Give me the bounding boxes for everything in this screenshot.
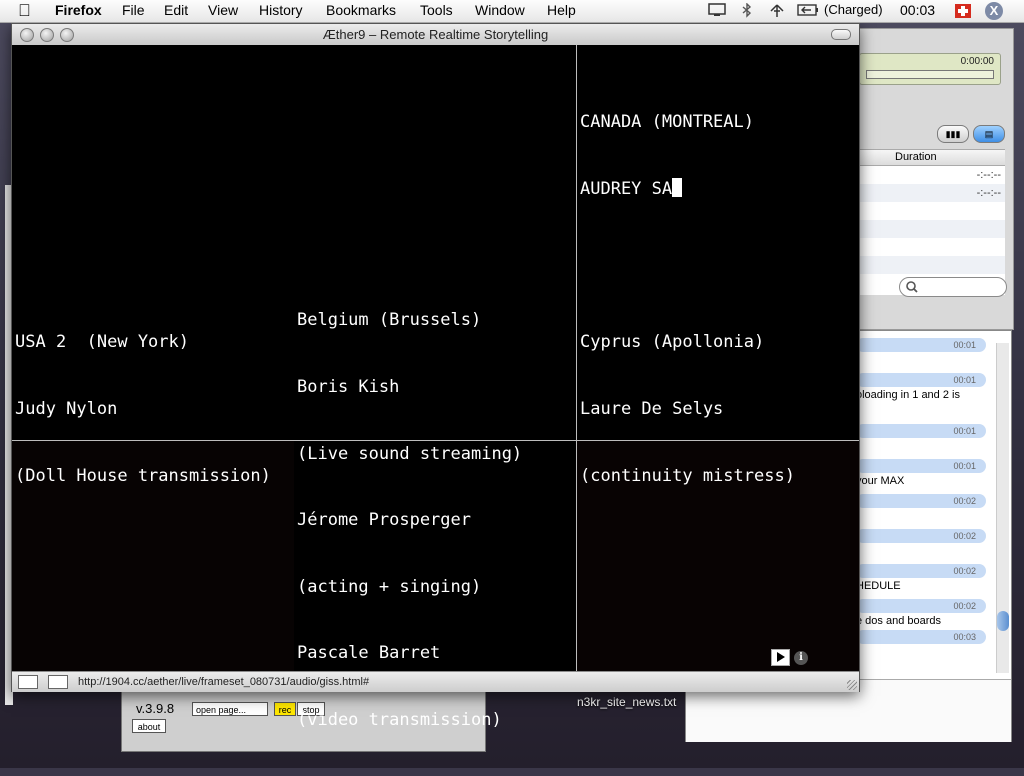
- menu-bar:  Firefox File Edit View History Bookmar…: [0, 0, 1024, 23]
- chat-message: e dos and boards: [856, 615, 942, 627]
- panel-line: Pascale Barret: [297, 643, 441, 664]
- chat-message: your MAX: [856, 475, 905, 487]
- storytelling-stage: CANADA (MONTREAL) AUDREY SA USA 2 (New Y…: [12, 45, 859, 730]
- panel-line: (continuity mistress): [580, 465, 795, 486]
- lcd-display: 0:00:00: [859, 53, 1001, 85]
- panel-line: (video transmission): [297, 710, 502, 731]
- resize-handle[interactable]: [847, 680, 857, 690]
- panel-top-right: CANADA (MONTREAL) AUDREY SA: [580, 67, 754, 245]
- version-label: v.3.9.8: [136, 701, 175, 716]
- menu-app-name[interactable]: Firefox: [55, 2, 102, 18]
- duration-column-header[interactable]: Duration: [859, 150, 1005, 166]
- panel-line: (acting + singing): [297, 576, 482, 597]
- menu-tools[interactable]: Tools: [420, 2, 453, 18]
- panel-line: CANADA (MONTREAL): [580, 112, 754, 133]
- search-input[interactable]: [899, 277, 1007, 297]
- chat-timestamp: 00:01: [856, 424, 986, 438]
- close-icon[interactable]: X: [985, 2, 1003, 20]
- desktop-file-label[interactable]: n3kr_site_news.txt: [577, 695, 676, 709]
- wifi-icon[interactable]: [768, 3, 784, 17]
- panel-line: Jérome Prosperger: [297, 510, 471, 531]
- display-icon[interactable]: [708, 3, 726, 17]
- list-item[interactable]: -:--:--: [859, 166, 1005, 184]
- menu-window[interactable]: Window: [475, 2, 525, 18]
- list-item[interactable]: -:--:--: [859, 184, 1005, 202]
- menu-file[interactable]: File: [122, 2, 145, 18]
- console-icon[interactable]: [48, 675, 68, 689]
- panel-line: Laure De Selys: [580, 399, 724, 420]
- list-item[interactable]: [859, 220, 1005, 238]
- page-icon[interactable]: [18, 675, 38, 689]
- battery-status: (Charged): [824, 2, 883, 17]
- menu-help[interactable]: Help: [547, 2, 576, 18]
- open-page-select[interactable]: open page...: [192, 702, 268, 716]
- chat-timestamp: 00:02: [856, 564, 986, 578]
- chat-timestamp: 00:02: [856, 529, 986, 543]
- swiss-flag-icon[interactable]: [955, 4, 971, 18]
- menu-history[interactable]: History: [259, 2, 303, 18]
- title-bar[interactable]: Æther9 – Remote Realtime Storytelling: [12, 24, 859, 46]
- bluetooth-icon[interactable]: [740, 2, 756, 18]
- chat-message: HEDULE: [856, 580, 901, 592]
- track-list: Duration -:--:-- -:--:--: [859, 149, 1005, 295]
- list-item[interactable]: [859, 238, 1005, 256]
- itunes-window: 0:00:00 ▮▮▮ ▤ Duration -:--:-- -:--:--: [840, 28, 1014, 330]
- panel-line: AUDREY SA: [580, 179, 673, 200]
- panel-line: (Live sound streaming): [297, 443, 523, 464]
- play-icon[interactable]: [771, 649, 790, 666]
- menu-view[interactable]: View: [208, 2, 238, 18]
- chat-timestamp: 00:02: [856, 494, 986, 508]
- list-item[interactable]: [859, 256, 1005, 274]
- search-icon: [906, 281, 918, 293]
- panel-line: Boris Kish: [297, 377, 400, 398]
- about-button[interactable]: about: [132, 719, 166, 733]
- chat-timestamp: 00:01: [856, 373, 986, 387]
- text-cursor: [672, 178, 683, 198]
- chat-timestamp: 00:01: [856, 338, 986, 352]
- info-icon[interactable]: i: [794, 651, 808, 665]
- progress-bar[interactable]: [866, 70, 994, 79]
- battery-icon[interactable]: [797, 3, 819, 17]
- list-item[interactable]: [859, 202, 1005, 220]
- horizontal-divider: [12, 440, 859, 441]
- panel-line: USA 2 (New York): [15, 332, 189, 353]
- chat-timestamp: 00:03: [856, 630, 986, 644]
- menu-bookmarks[interactable]: Bookmarks: [326, 2, 396, 18]
- panel-line: Judy Nylon: [15, 399, 118, 420]
- main-window: Æther9 – Remote Realtime Storytelling CA…: [11, 23, 860, 730]
- equalizer-button[interactable]: ▮▮▮: [937, 125, 969, 143]
- panel-left: USA 2 (New York) Judy Nylon (Doll House …: [15, 287, 271, 531]
- vertical-divider: [576, 45, 577, 671]
- chat-timestamp: 00:02: [856, 599, 986, 613]
- lcd-time: 0:00:00: [960, 56, 994, 67]
- panel-line: (Doll House transmission): [15, 465, 271, 486]
- status-url: http://1904.cc/aether/live/frameset_0807…: [78, 676, 370, 688]
- status-bar: http://1904.cc/aether/live/frameset_0807…: [12, 671, 859, 692]
- panel-line: Belgium (Brussels): [297, 310, 482, 331]
- panel-center: Belgium (Brussels) Boris Kish (Live soun…: [297, 265, 522, 776]
- toolbar-toggle-button[interactable]: [831, 29, 851, 40]
- chat-timestamp: 00:01: [856, 459, 986, 473]
- rec-button[interactable]: rec: [274, 702, 296, 716]
- chat-message: oloading in 1 and 2 is: [856, 389, 960, 401]
- menu-edit[interactable]: Edit: [164, 2, 188, 18]
- menubar-clock[interactable]: 00:03: [900, 2, 935, 18]
- window-title: Æther9 – Remote Realtime Storytelling: [322, 27, 549, 42]
- panel-line: Cyprus (Apollonia): [580, 332, 765, 353]
- panel-right: Cyprus (Apollonia) Laure De Selys (conti…: [580, 287, 795, 531]
- apple-menu-icon[interactable]: : [18, 1, 31, 21]
- scroll-thumb[interactable]: [997, 611, 1009, 631]
- browse-button[interactable]: ▤: [973, 125, 1005, 143]
- panel-line-typing[interactable]: AUDREY SA: [580, 178, 754, 200]
